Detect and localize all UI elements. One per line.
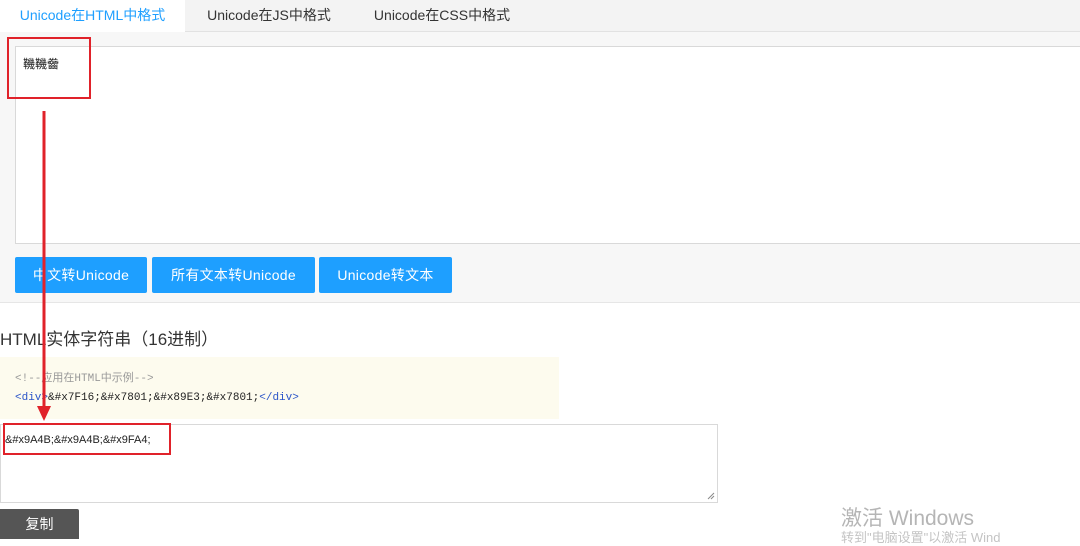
copy-button[interactable]: 复制 [0,509,79,539]
resize-grip-icon[interactable] [707,492,715,500]
html-entity-output[interactable]: &#x9A4B;&#x9A4B;&#x9FA4; [0,424,718,503]
section-title: HTML实体字符串（16进制） [0,330,219,349]
example-comment: <!--应用在HTML中示例--> [15,373,154,385]
unicode-to-text-button[interactable]: Unicode转文本 [319,257,452,293]
example-entities: &#x7F16;&#x7801;&#x89E3;&#x7801; [48,392,260,404]
example-close-tag: </div> [259,392,299,404]
all-text-to-unicode-button[interactable]: 所有文本转Unicode [152,257,315,293]
output-value: &#x9A4B;&#x9A4B;&#x9FA4; [5,434,151,446]
chinese-to-unicode-button[interactable]: 中文转Unicode [15,257,147,293]
tab-unicode-css[interactable]: Unicode在CSS中格式 [358,0,526,31]
windows-activation-subtext: 转到"电脑设置"以激活 Wind [841,530,1001,545]
source-text-input[interactable]: 鞿鞿齤 [15,46,1080,244]
tab-bar: Unicode在HTML中格式 Unicode在JS中格式 Unicode在CS… [0,0,1080,32]
example-code-block: <!--应用在HTML中示例--> <div>&#x7F16;&#x7801;&… [0,357,559,419]
tab-unicode-js[interactable]: Unicode在JS中格式 [190,0,348,31]
tab-unicode-html[interactable]: Unicode在HTML中格式 [0,0,185,32]
example-open-tag: <div> [15,392,49,404]
example-code-line: <div>&#x7F16;&#x7801;&#x89E3;&#x7801;</d… [15,389,544,408]
